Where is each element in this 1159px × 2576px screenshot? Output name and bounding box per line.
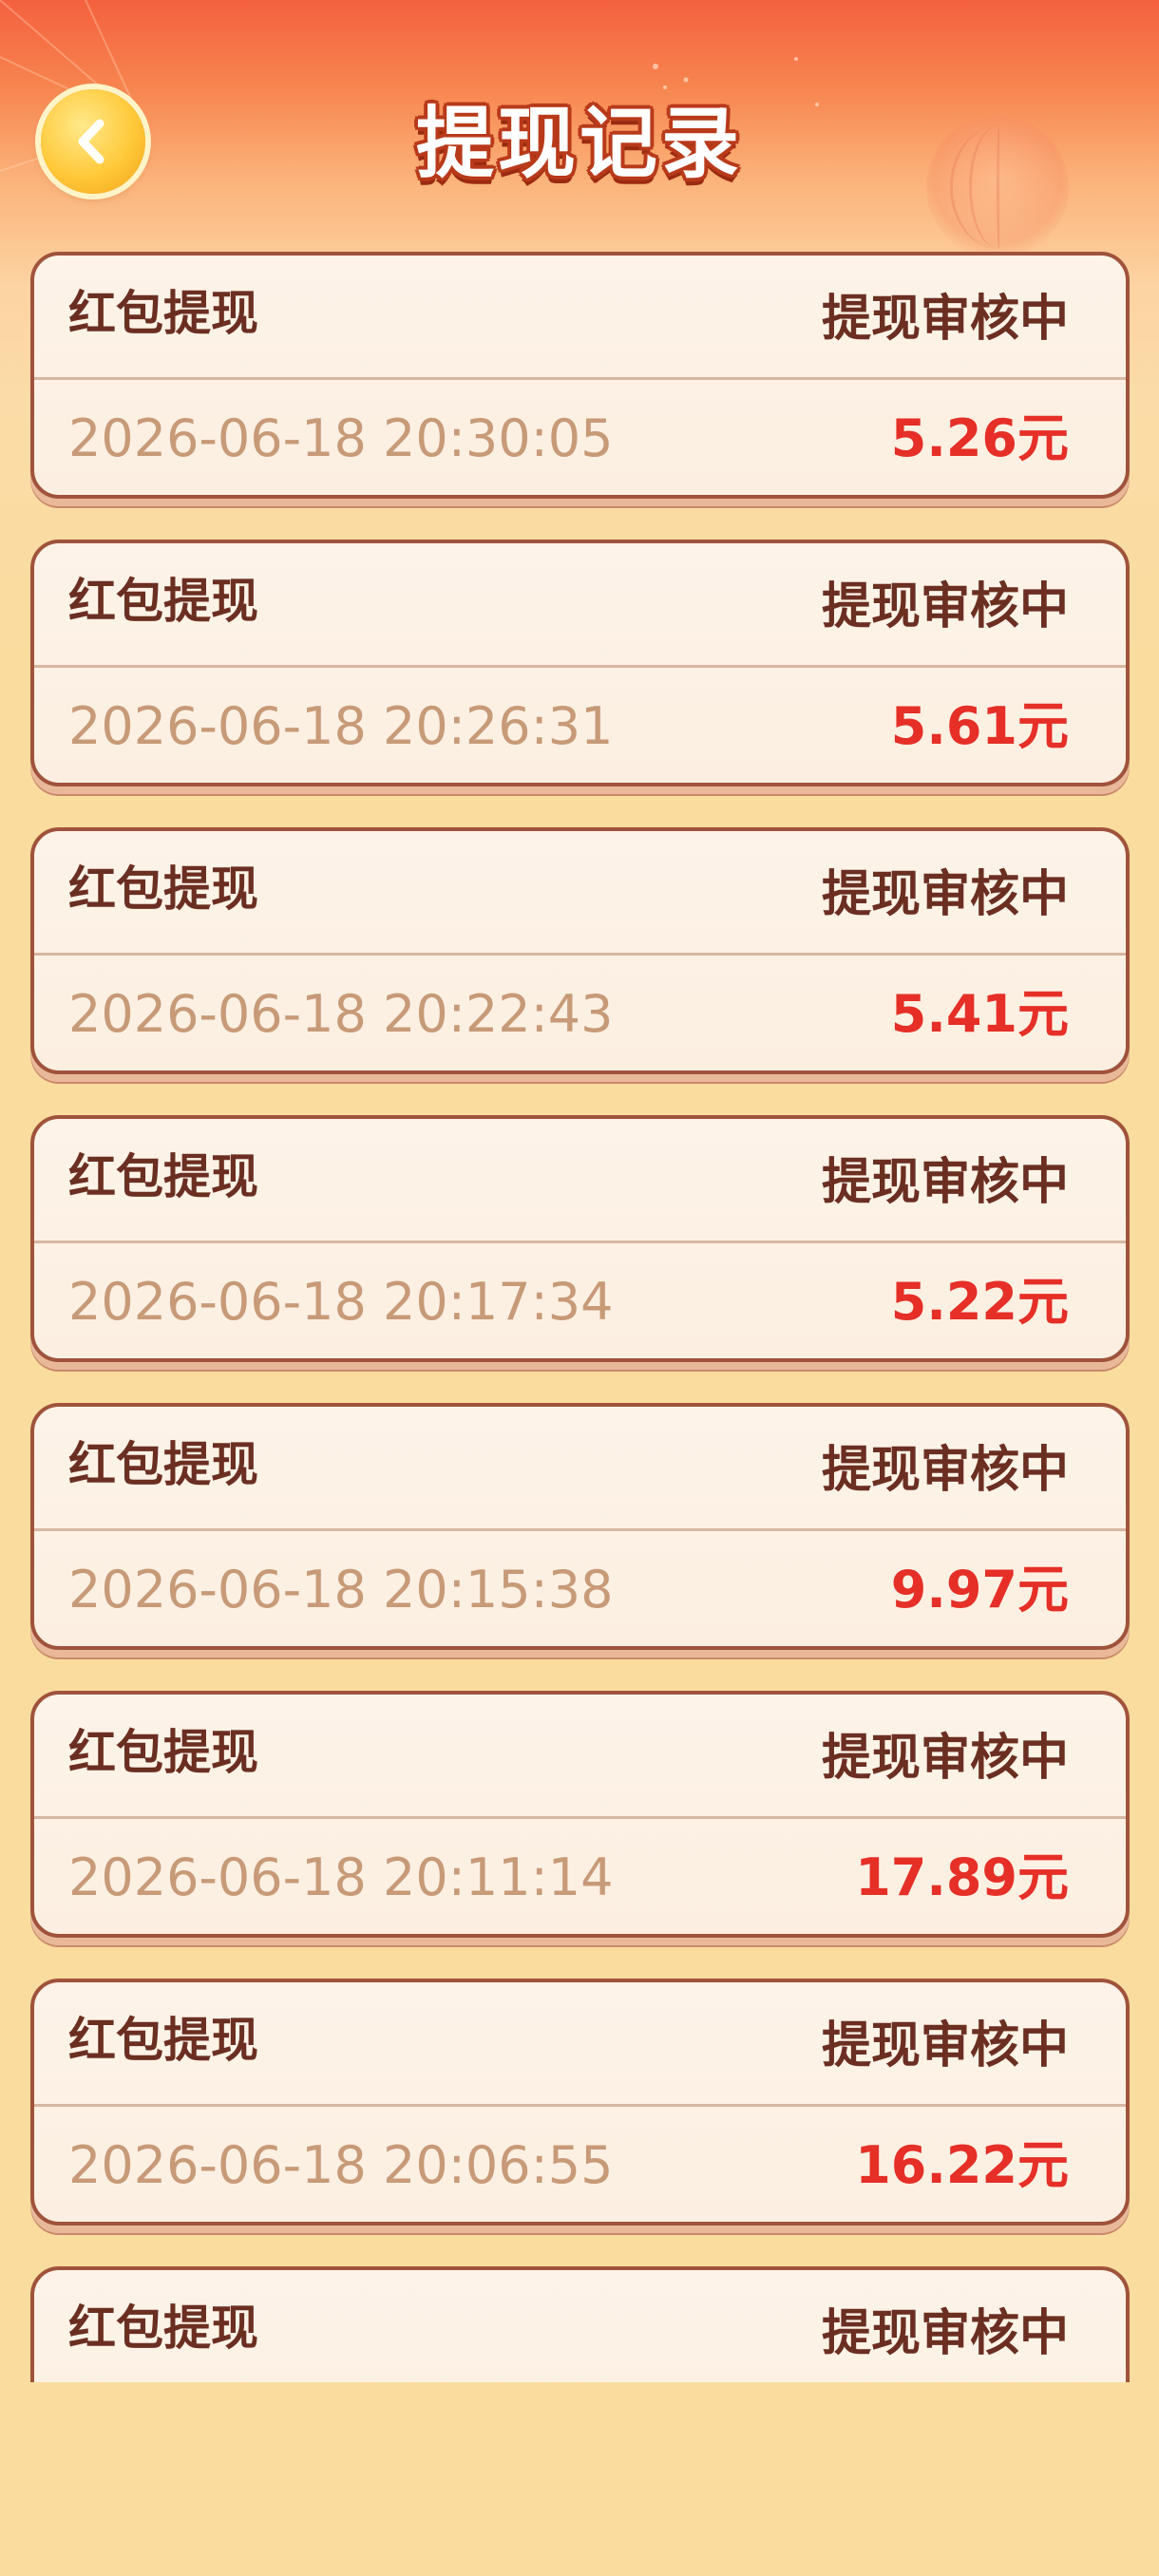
record-status-label: 提现审核中 bbox=[821, 1154, 1069, 1211]
record-timestamp: 2026-06-18 20:26:31 bbox=[68, 696, 614, 756]
record-amount: 5.61元 bbox=[890, 696, 1069, 756]
record-type-label: 红包提现 bbox=[68, 574, 258, 629]
page-title: 提现记录 bbox=[415, 99, 743, 189]
record-status-label: 提现审核中 bbox=[821, 291, 1069, 348]
record-amount: 5.26元 bbox=[890, 408, 1069, 468]
record-timestamp: 2026-06-18 20:15:38 bbox=[68, 1560, 614, 1619]
withdrawal-record-card[interactable]: 红包提现 提现审核中 2026-06-18 20:11:14 17.89元 bbox=[30, 1691, 1130, 1938]
record-type-label: 红包提现 bbox=[68, 1437, 258, 1492]
page-header: 提现记录 bbox=[0, 0, 1159, 247]
record-amount: 9.97元 bbox=[890, 1560, 1069, 1619]
record-type-label: 红包提现 bbox=[68, 286, 258, 341]
withdrawal-record-card[interactable]: 红包提现 提现审核中 2026-06-18 20:17:34 5.22元 bbox=[30, 1115, 1130, 1362]
card-divider bbox=[34, 1816, 1126, 1819]
card-divider bbox=[34, 377, 1126, 380]
card-divider bbox=[34, 665, 1126, 668]
card-divider bbox=[34, 1528, 1126, 1531]
record-status-label: 提现审核中 bbox=[821, 2305, 1069, 2362]
withdrawal-record-card[interactable]: 红包提现 提现审核中 2026-06-18 20:26:31 5.61元 bbox=[30, 540, 1130, 786]
withdrawal-record-card[interactable]: 红包提现 提现审核中 2026-06-18 20:15:38 9.97元 bbox=[30, 1403, 1130, 1650]
record-amount: 5.22元 bbox=[890, 1272, 1069, 1332]
card-divider bbox=[34, 2104, 1126, 2107]
withdrawal-record-card[interactable]: 红包提现 提现审核中 2026-06-18 20:22:43 5.41元 bbox=[30, 827, 1130, 1074]
record-amount: 16.22元 bbox=[855, 2135, 1069, 2195]
record-amount: 17.89元 bbox=[855, 1847, 1069, 1907]
record-type-label: 红包提现 bbox=[68, 2013, 258, 2068]
record-type-label: 红包提现 bbox=[68, 2301, 258, 2356]
record-type-label: 红包提现 bbox=[68, 1149, 258, 1204]
record-status-label: 提现审核中 bbox=[821, 2017, 1069, 2074]
record-amount: 5.41元 bbox=[890, 984, 1069, 1044]
withdrawal-records-list[interactable]: 红包提现 提现审核中 2026-06-18 20:30:05 5.26元 红包提… bbox=[30, 252, 1130, 2382]
record-timestamp: 2026-06-18 20:17:34 bbox=[68, 1272, 614, 1332]
card-divider bbox=[34, 953, 1126, 956]
record-timestamp: 2026-06-18 20:22:43 bbox=[68, 984, 614, 1044]
record-timestamp: 2026-06-18 20:06:55 bbox=[68, 2135, 614, 2195]
withdrawal-record-card[interactable]: 红包提现 提现审核中 bbox=[30, 2266, 1130, 2382]
withdrawal-record-card[interactable]: 红包提现 提现审核中 2026-06-18 20:30:05 5.26元 bbox=[30, 252, 1130, 499]
record-type-label: 红包提现 bbox=[68, 1725, 258, 1780]
record-timestamp: 2026-06-18 20:30:05 bbox=[68, 408, 614, 468]
card-divider bbox=[34, 1241, 1126, 1243]
withdrawal-record-card[interactable]: 红包提现 提现审核中 2026-06-18 20:06:55 16.22元 bbox=[30, 1979, 1130, 2226]
record-status-label: 提现审核中 bbox=[821, 1442, 1069, 1499]
record-type-label: 红包提现 bbox=[68, 862, 258, 917]
record-status-label: 提现审核中 bbox=[821, 578, 1069, 635]
record-timestamp: 2026-06-18 20:11:14 bbox=[68, 1847, 614, 1907]
record-status-label: 提现审核中 bbox=[821, 866, 1069, 923]
record-status-label: 提现审核中 bbox=[821, 1730, 1069, 1787]
